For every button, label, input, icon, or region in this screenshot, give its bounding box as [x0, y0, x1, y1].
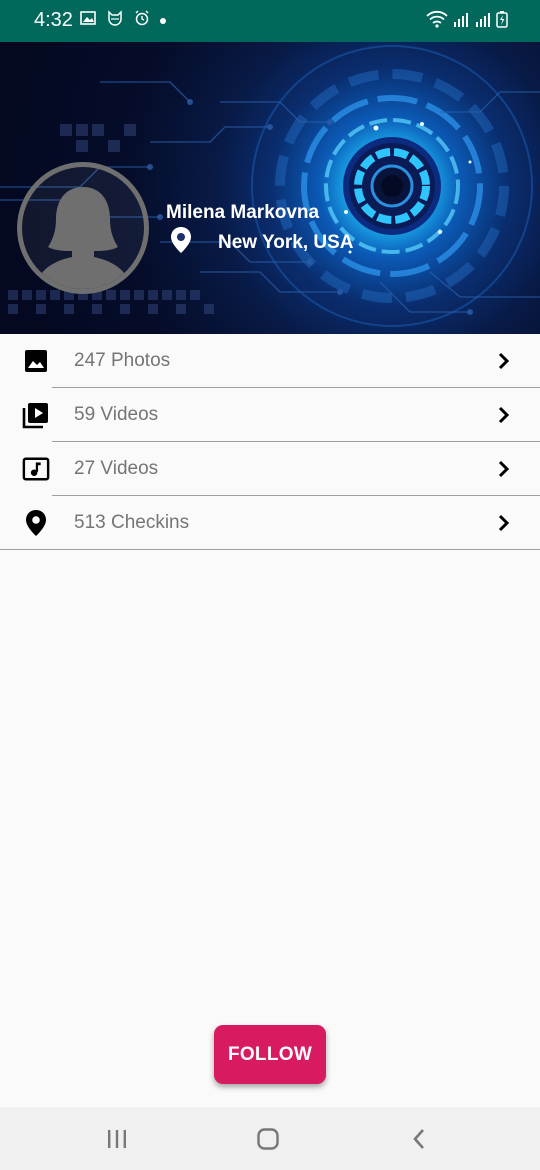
location-pin-icon — [22, 509, 50, 537]
list-item-label: 247 Photos — [74, 350, 171, 371]
status-right-icons — [426, 10, 508, 33]
video-library-icon — [22, 401, 50, 429]
photo-icon — [22, 347, 50, 375]
list-item-label: 27 Videos — [74, 458, 159, 479]
battery-icon — [496, 10, 508, 33]
list-item-music[interactable]: 27 Videos — [0, 442, 540, 496]
wifi-icon — [426, 10, 448, 33]
navigation-bar — [0, 1107, 540, 1170]
list-item-checkins[interactable]: 513 Checkins — [0, 496, 540, 550]
status-bar: 4:32 — [0, 0, 540, 42]
profile-header: Milena Markovna New York, USA — [0, 42, 540, 334]
signal-icon — [452, 10, 470, 33]
location-pin-icon — [170, 226, 192, 259]
location-text: New York, USA — [218, 231, 354, 253]
person-silhouette-icon — [38, 187, 128, 289]
image-icon — [80, 10, 96, 31]
signal-icon — [474, 10, 492, 33]
follow-button[interactable]: FOLLOW — [214, 1025, 326, 1084]
stats-list: 247 Photos 59 Videos 27 Videos 513 Check… — [0, 334, 540, 550]
list-item-label: 59 Videos — [74, 404, 159, 425]
status-time: 4:32 — [34, 9, 73, 31]
chevron-right-icon — [494, 403, 514, 427]
chevron-right-icon — [494, 457, 514, 481]
avatar[interactable] — [17, 162, 149, 294]
chevron-right-icon — [494, 349, 514, 373]
location-row: New York, USA — [170, 226, 354, 259]
dot-icon — [160, 17, 166, 24]
profile-name: Milena Markovna — [166, 202, 320, 223]
divider — [0, 549, 540, 550]
list-item-label: 513 Checkins — [74, 512, 190, 533]
home-icon[interactable] — [253, 1125, 283, 1153]
back-icon[interactable] — [404, 1125, 434, 1153]
recent-apps-icon[interactable] — [102, 1125, 132, 1153]
status-left-icons — [80, 10, 166, 31]
cat-icon — [106, 10, 124, 31]
list-item-videos[interactable]: 59 Videos — [0, 388, 540, 442]
chevron-right-icon — [494, 511, 514, 535]
list-item-photos[interactable]: 247 Photos — [0, 334, 540, 388]
alarm-icon — [134, 10, 150, 31]
music-icon — [22, 455, 50, 483]
